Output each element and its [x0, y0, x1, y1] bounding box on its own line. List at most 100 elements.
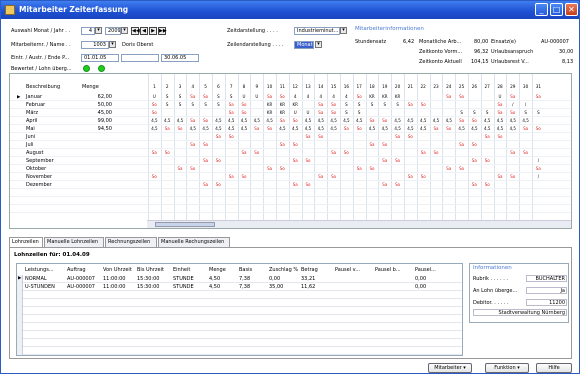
- day-cell[interactable]: 4,5: [442, 118, 455, 123]
- day-cell[interactable]: S: [468, 110, 481, 115]
- day-cell[interactable]: 4,5: [327, 126, 340, 131]
- lohnzeilen-cell[interactable]: 7,38: [239, 284, 250, 290]
- day-cell[interactable]: 4,5: [506, 126, 519, 131]
- day-cell[interactable]: Sa: [225, 102, 238, 107]
- day-cell[interactable]: So: [327, 110, 340, 115]
- day-cell[interactable]: Sa: [289, 158, 302, 163]
- day-cell[interactable]: /: [506, 102, 519, 107]
- day-cell[interactable]: Sa: [353, 166, 366, 171]
- day-cell[interactable]: Sa: [314, 110, 327, 115]
- day-cell[interactable]: Sa: [199, 182, 212, 187]
- day-cell[interactable]: /: [519, 102, 532, 107]
- day-cell[interactable]: Sa: [532, 94, 545, 99]
- day-cell[interactable]: Sa: [494, 174, 507, 179]
- day-cell[interactable]: Sa: [430, 126, 443, 131]
- funktion-button[interactable]: Funktion ▾: [485, 363, 529, 373]
- day-cell[interactable]: Sa: [519, 126, 532, 131]
- day-cell[interactable]: Sa: [225, 110, 238, 115]
- grid-row[interactable]: ▶ Januar 62,00 U S S Sa So S S U U Sa So 4 4 4 4 4 So KR KR KR…: [10, 93, 570, 101]
- grid-row[interactable]: Februar 50,00 So S S S S S Sa So KR KR KR Sa So S S S S S Sa…: [10, 101, 570, 109]
- day-cell[interactable]: So: [455, 166, 468, 171]
- day-cell[interactable]: Sa: [391, 134, 404, 139]
- day-cell[interactable]: Sa: [506, 150, 519, 155]
- day-cell[interactable]: Sa: [494, 102, 507, 107]
- day-cell[interactable]: U: [148, 94, 161, 99]
- row-selector[interactable]: [17, 347, 23, 355]
- day-cell[interactable]: KR: [366, 94, 379, 99]
- row-selector[interactable]: [17, 307, 23, 315]
- day-cell[interactable]: So: [366, 166, 379, 171]
- mitarbeiter-nr-field[interactable]: 1003: [81, 41, 109, 49]
- day-cell[interactable]: KR: [276, 110, 289, 115]
- day-cell[interactable]: Sa: [327, 150, 340, 155]
- day-cell[interactable]: So: [327, 174, 340, 179]
- day-cell[interactable]: S: [174, 102, 187, 107]
- day-cell[interactable]: So: [148, 174, 161, 179]
- day-cell[interactable]: 4,5: [148, 126, 161, 131]
- day-cell[interactable]: Sa: [186, 118, 199, 123]
- day-cell[interactable]: So: [161, 150, 174, 155]
- zeitdarstellung-select[interactable]: Industrieminut...: [294, 27, 340, 35]
- day-cell[interactable]: So: [327, 102, 340, 107]
- day-cell[interactable]: Sa: [263, 166, 276, 171]
- grid-row[interactable]: Mai 94,50 4,5 Sa So 4,5 4,5 4,5 4,5 4,5 Sa So 4,5 4,5…: [10, 125, 570, 133]
- grid-row[interactable]: Oktober Sa So Sa So Sa So Sa So Sa: [10, 165, 570, 173]
- day-cell[interactable]: Sa: [276, 142, 289, 147]
- day-cell[interactable]: U: [250, 94, 263, 99]
- day-cell[interactable]: S: [481, 110, 494, 115]
- day-cell[interactable]: 4,5: [276, 126, 289, 131]
- day-cell[interactable]: 4,5: [212, 118, 225, 123]
- day-cell[interactable]: 4,5: [417, 126, 430, 131]
- lohnzeilen-cell[interactable]: 15:30:00: [137, 276, 159, 282]
- day-cell[interactable]: Sa: [417, 150, 430, 155]
- day-cell[interactable]: 4,5: [161, 118, 174, 123]
- day-cell[interactable]: U: [494, 94, 507, 99]
- day-cell[interactable]: 4,5: [238, 126, 251, 131]
- tab-manuelle-rechnungszeilen[interactable]: Manuelle Rechungszeilen: [158, 237, 230, 247]
- day-cell[interactable]: So: [353, 126, 366, 131]
- lohnzeilen-cell[interactable]: 11,62: [301, 284, 315, 290]
- day-cell[interactable]: 4,5: [174, 118, 187, 123]
- day-cell[interactable]: So: [289, 118, 302, 123]
- day-cell[interactable]: Sa: [238, 150, 251, 155]
- day-cell[interactable]: Sa: [212, 134, 225, 139]
- zeilendarstellung-select[interactable]: Monate: [294, 41, 314, 49]
- day-cell[interactable]: Sa: [468, 182, 481, 187]
- day-cell[interactable]: Sa: [532, 166, 545, 171]
- prev-record-icon[interactable]: ◀: [140, 27, 148, 35]
- zeilendarstellung-dropdown-icon[interactable]: ▾: [315, 41, 322, 48]
- day-cell[interactable]: S: [353, 110, 366, 115]
- day-cell[interactable]: 4,5: [366, 126, 379, 131]
- day-cell[interactable]: 4,5: [199, 126, 212, 131]
- day-cell[interactable]: S: [532, 110, 545, 115]
- lohnzeilen-cell[interactable]: 11:00:00: [103, 276, 125, 282]
- monat-dropdown-icon[interactable]: ▾: [95, 27, 102, 34]
- day-cell[interactable]: S: [519, 110, 532, 115]
- day-cell[interactable]: So: [506, 174, 519, 179]
- day-cell[interactable]: 4,5: [148, 118, 161, 123]
- day-cell[interactable]: Sa: [468, 158, 481, 163]
- day-cell[interactable]: KR: [276, 102, 289, 107]
- day-cell[interactable]: So: [238, 110, 251, 115]
- lohnzeilen-cell[interactable]: 0,00: [415, 276, 426, 282]
- day-cell[interactable]: So: [494, 134, 507, 139]
- day-cell[interactable]: S: [161, 94, 174, 99]
- day-cell[interactable]: S: [186, 102, 199, 107]
- day-cell[interactable]: S: [199, 102, 212, 107]
- row-selector[interactable]: [17, 315, 23, 323]
- day-cell[interactable]: So: [199, 142, 212, 147]
- austritt-field[interactable]: [121, 54, 159, 62]
- day-cell[interactable]: 4,5: [391, 118, 404, 123]
- day-cell[interactable]: S: [212, 102, 225, 107]
- day-cell[interactable]: 4,5: [417, 118, 430, 123]
- day-cell[interactable]: 4,5: [314, 126, 327, 131]
- day-cell[interactable]: So: [263, 126, 276, 131]
- day-cell[interactable]: S: [161, 102, 174, 107]
- day-cell[interactable]: Sa: [314, 102, 327, 107]
- lohnzeilen-cell[interactable]: 4,50: [209, 284, 220, 290]
- lohnzeilen-cell[interactable]: STUNDE: [173, 276, 194, 282]
- day-cell[interactable]: Sa: [199, 158, 212, 163]
- monat-field[interactable]: 4: [81, 27, 95, 35]
- lohnzeilen-cell[interactable]: AU-000007: [67, 284, 95, 290]
- day-cell[interactable]: Sa: [302, 134, 315, 139]
